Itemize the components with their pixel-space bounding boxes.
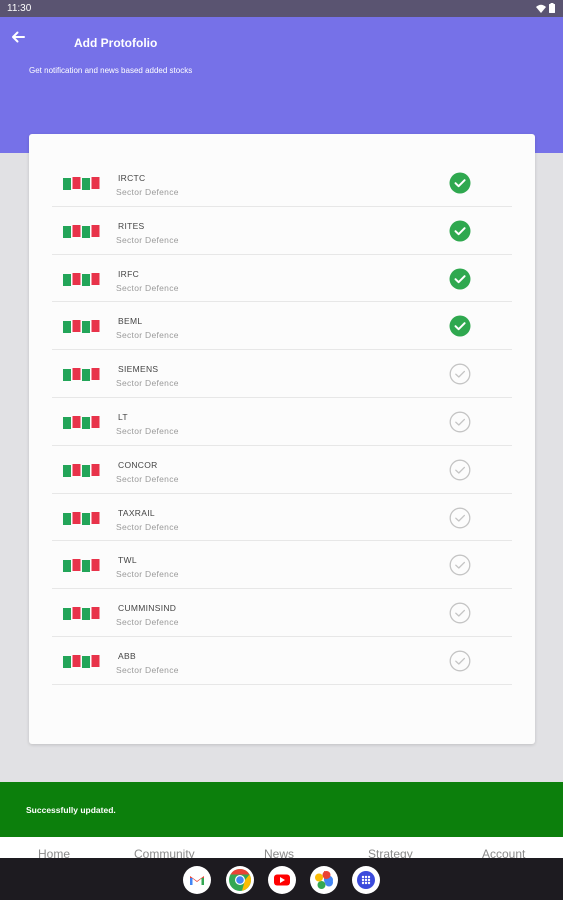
stock-name: BEML <box>118 316 143 327</box>
stock-sector: Sector Defence <box>116 187 179 197</box>
stock-name: SIEMENS <box>118 364 159 375</box>
stock-sector: Sector Defence <box>116 282 179 293</box>
stock-row[interactable]: BEML Sector Defence <box>52 302 512 351</box>
stock-name: TWL <box>118 555 137 566</box>
check-unselected-icon[interactable] <box>449 650 471 672</box>
stock-row[interactable]: SIEMENS Sector Defence <box>52 350 512 398</box>
stock-name: IRCTC <box>118 173 146 183</box>
stock-sector: Sector Defence <box>116 664 179 675</box>
stock-name: TAXRAIL <box>118 507 155 518</box>
stock-list: IRCTC Sector Defence RITES Sector Defenc… <box>52 159 512 685</box>
nav-label: Account <box>482 847 526 858</box>
stock-sector: Sector Defence <box>116 330 179 341</box>
bottom-nav: Home Community News Strategy Account <box>0 837 563 858</box>
status-icons <box>536 3 555 13</box>
back-arrow-icon <box>12 31 25 43</box>
stock-name: CUMMINSIND <box>118 603 177 614</box>
stock-name: CONCOR <box>118 459 158 470</box>
candlestick-icon <box>63 272 100 286</box>
back-button[interactable] <box>9 29 29 45</box>
app-drawer-icon[interactable] <box>352 866 380 894</box>
stock-row[interactable]: TAXRAIL Sector Defence <box>52 494 512 542</box>
nav-label: Strategy <box>368 847 413 858</box>
stock-sector: Sector Defence <box>116 425 179 436</box>
stock-row[interactable]: LT Sector Defence <box>52 398 512 446</box>
check-selected-icon[interactable] <box>449 268 471 290</box>
stock-sector: Sector Defence <box>116 617 179 628</box>
snackbar: Successfully updated. <box>0 782 563 837</box>
nav-item-strategy[interactable]: Strategy <box>368 847 413 858</box>
candlestick-icon <box>63 559 100 573</box>
nav-label: News <box>264 847 295 858</box>
check-unselected-icon[interactable] <box>449 459 471 481</box>
stock-name: IRFC <box>118 268 140 279</box>
check-unselected-icon[interactable] <box>449 411 471 433</box>
candlestick-icon <box>63 654 100 668</box>
system-dock <box>0 858 563 900</box>
candlestick-icon <box>63 463 100 477</box>
gmail-icon[interactable] <box>183 866 211 894</box>
nav-label: Home <box>38 847 71 858</box>
stock-sector: Sector Defence <box>116 569 179 580</box>
stock-row[interactable]: CONCOR Sector Defence <box>52 446 512 494</box>
page-subtitle: Get notification and news based added st… <box>29 66 193 75</box>
check-unselected-icon[interactable] <box>449 554 471 576</box>
app-header: Add Protofolio Get notification and news… <box>0 17 563 153</box>
candlestick-icon <box>63 607 100 621</box>
stock-sector: Sector Defence <box>116 378 179 389</box>
candlestick-icon <box>63 177 100 190</box>
stock-sector: Sector Defence <box>116 473 179 484</box>
check-unselected-icon[interactable] <box>449 363 471 385</box>
stock-name: LT <box>118 411 128 422</box>
nav-label: Community <box>134 847 195 858</box>
nav-item-community[interactable]: Community <box>134 847 195 858</box>
stock-sector: Sector Defence <box>116 234 179 245</box>
status-bar: 11:30 <box>0 0 563 17</box>
candlestick-icon <box>63 415 100 429</box>
candlestick-icon <box>63 368 100 382</box>
stock-row[interactable]: IRFC Sector Defence <box>52 255 512 303</box>
stock-row[interactable]: CUMMINSIND Sector Defence <box>52 589 512 637</box>
stock-name: ABB <box>118 650 136 661</box>
candlestick-icon <box>63 511 100 525</box>
nav-item-home[interactable]: Home <box>38 847 70 858</box>
photos-icon[interactable] <box>310 866 338 894</box>
stock-row[interactable]: ABB Sector Defence <box>52 637 512 685</box>
stock-name: RITES <box>118 220 145 231</box>
stock-row[interactable]: IRCTC Sector Defence <box>52 159 512 207</box>
status-time: 11:30 <box>7 3 32 14</box>
check-selected-icon[interactable] <box>449 220 471 242</box>
wifi-icon <box>536 4 546 13</box>
nav-item-account[interactable]: Account <box>482 847 525 858</box>
page-title: Add Protofolio <box>74 36 158 50</box>
check-selected-icon[interactable] <box>449 172 471 194</box>
check-unselected-icon[interactable] <box>449 507 471 529</box>
stock-row[interactable]: TWL Sector Defence <box>52 541 512 590</box>
stock-sector: Sector Defence <box>116 521 179 532</box>
check-unselected-icon[interactable] <box>449 602 471 624</box>
youtube-icon[interactable] <box>268 866 296 894</box>
nav-item-news[interactable]: News <box>264 847 294 858</box>
portfolio-card: IRCTC Sector Defence RITES Sector Defenc… <box>29 134 535 744</box>
stock-row[interactable]: RITES Sector Defence <box>52 207 512 255</box>
chrome-icon[interactable] <box>226 866 254 894</box>
candlestick-icon <box>63 320 100 334</box>
check-selected-icon[interactable] <box>449 315 471 337</box>
battery-icon <box>549 3 555 13</box>
snackbar-message: Successfully updated. <box>26 805 116 815</box>
candlestick-icon <box>63 224 100 238</box>
